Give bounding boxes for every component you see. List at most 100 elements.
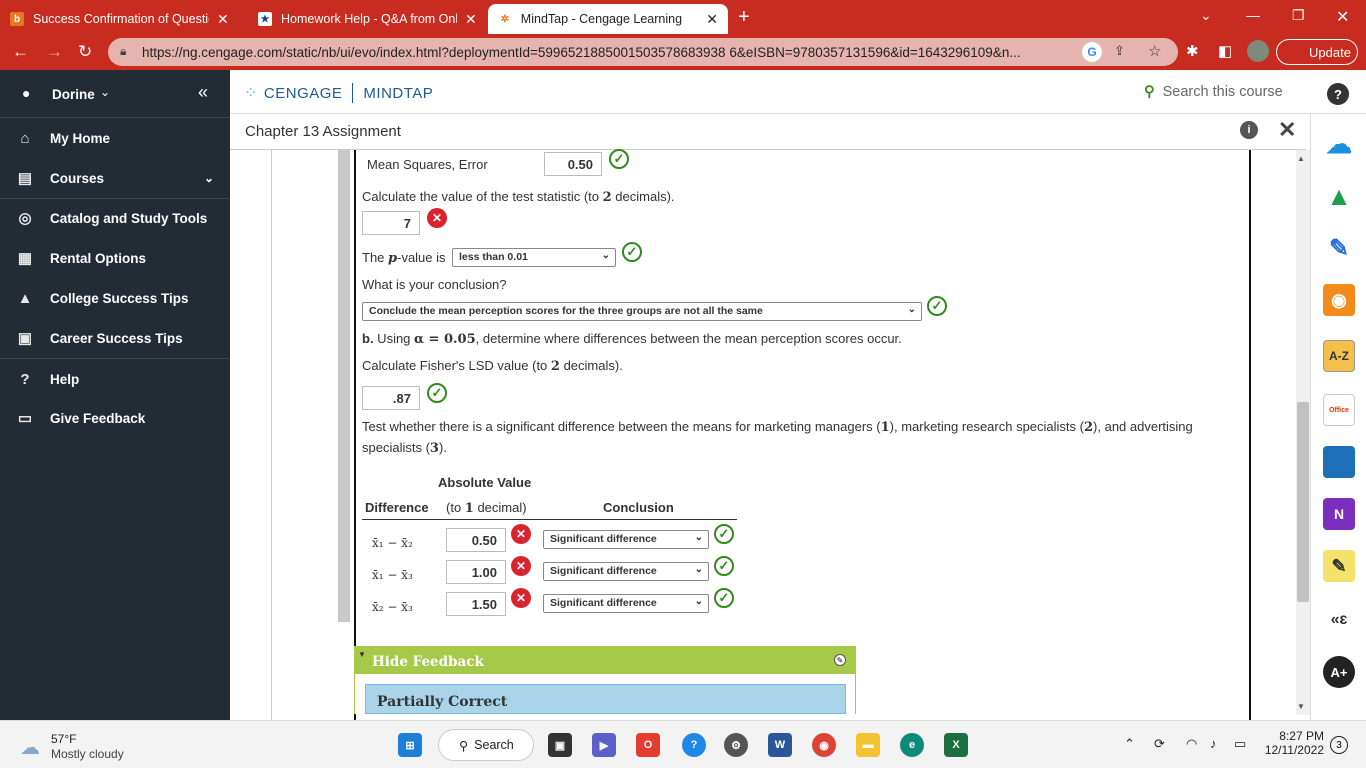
sidebar-item-catalog[interactable]: ◎ Catalog and Study Tools xyxy=(0,198,230,238)
share-icon[interactable]: ⇪ xyxy=(1114,43,1125,59)
chevron-down-icon: ⌄ xyxy=(694,596,703,607)
pen-icon[interactable]: ✎ xyxy=(1323,232,1355,264)
close-tab-icon[interactable]: ✕ xyxy=(465,11,477,28)
edge-icon[interactable]: e xyxy=(900,733,924,757)
notification-badge[interactable]: 3 xyxy=(1330,736,1348,754)
table-header-absolute-value: Absolute Value xyxy=(438,475,532,490)
user-menu[interactable]: ● Dorine ⌄ « xyxy=(0,70,230,118)
absolute-value-input[interactable]: 1.50 xyxy=(446,592,506,616)
tray-overflow-icon[interactable]: ⌃ xyxy=(1124,736,1135,752)
book-app-icon[interactable] xyxy=(1323,446,1355,478)
search-icon: ⚲ xyxy=(1144,84,1155,100)
reload-icon[interactable]: ↻ xyxy=(78,42,92,62)
edit-icon[interactable]: ✎ xyxy=(834,654,846,666)
conclusion-select[interactable]: Significant difference ⌄ xyxy=(543,562,709,581)
lock-icon: 🔒︎ xyxy=(120,44,127,58)
office-icon[interactable]: Office xyxy=(1323,394,1355,426)
url-bar[interactable]: 🔒︎ https://ng.cengage.com/static/nb/ui/e… xyxy=(108,38,1178,66)
sidebar-item-give-feedback[interactable]: ▭ Give Feedback xyxy=(0,398,230,438)
search-icon: ⚲ xyxy=(459,738,469,753)
sync-icon[interactable]: ⟳ xyxy=(1154,736,1165,752)
tab-mindtap[interactable]: ✲ MindTap - Cengage Learning ✕ xyxy=(488,4,728,34)
rss-icon[interactable]: ◉ xyxy=(1323,284,1355,316)
triangle-down-icon: ▼ xyxy=(358,650,366,659)
conclusion-select[interactable]: Significant difference ⌄ xyxy=(543,594,709,613)
lsd-input[interactable]: .87 xyxy=(362,386,420,410)
file-explorer-icon[interactable]: ▬ xyxy=(856,733,880,757)
absolute-value: 1.00 xyxy=(471,565,497,580)
taskbar-search-label: Search xyxy=(474,738,514,752)
help-icon[interactable]: ? xyxy=(1327,83,1349,105)
grade-plus-icon[interactable]: A+ xyxy=(1323,656,1355,688)
battery-icon[interactable]: ▭ xyxy=(1234,736,1246,752)
mse-input[interactable]: 0.50 xyxy=(544,152,602,176)
chevron-down-icon: ⌄ xyxy=(203,171,214,185)
info-icon[interactable]: i xyxy=(1240,121,1258,139)
sidebar-item-help[interactable]: ? Help xyxy=(0,359,230,399)
prompt-text: decimals). xyxy=(611,189,675,204)
hide-feedback-toggle[interactable]: ▼ Hide Feedback ✎ xyxy=(354,646,856,674)
absolute-value-input[interactable]: 1.00 xyxy=(446,560,506,584)
collapse-sidebar-icon[interactable]: « xyxy=(198,82,208,103)
a-z-dictionary-icon[interactable]: A-Z xyxy=(1323,340,1355,372)
word-icon[interactable]: W xyxy=(768,733,792,757)
minimize-icon[interactable]: — xyxy=(1246,7,1260,23)
google-icon[interactable]: G xyxy=(1082,42,1102,62)
close-tab-icon[interactable]: ✕ xyxy=(217,11,229,28)
close-window-icon[interactable]: ✕ xyxy=(1336,7,1349,27)
test-stat-input[interactable]: 7 xyxy=(362,211,420,235)
profile-avatar[interactable] xyxy=(1247,40,1269,62)
office-app-icon[interactable]: O xyxy=(636,733,660,757)
restore-icon[interactable]: ❐ xyxy=(1292,7,1305,24)
chrome-icon[interactable]: ◉ xyxy=(812,733,836,757)
app-dock: ☁ ▲ ✎ ◉ A-Z Office N ✎ «ɛ A+ xyxy=(1310,114,1366,720)
scroll-up-icon[interactable]: ▲ xyxy=(1297,154,1305,163)
sidebar-item-my-home[interactable]: ⌂ My Home xyxy=(0,118,230,158)
back-icon[interactable]: ← xyxy=(12,42,29,62)
tab-success-confirmation[interactable]: b Success Confirmation of Questio ✕ xyxy=(0,4,239,34)
conclusion-select[interactable]: Conclude the mean perception scores for … xyxy=(362,302,922,321)
incorrect-x-icon: ✕ xyxy=(511,524,531,544)
onedrive-icon[interactable]: ☁ xyxy=(1323,128,1355,160)
conclusion-select[interactable]: Significant difference ⌄ xyxy=(543,530,709,549)
sidebar-item-college-success[interactable]: ▲ College Success Tips xyxy=(0,278,230,318)
sidebar-item-rental-options[interactable]: ▦ Rental Options xyxy=(0,238,230,278)
volume-icon[interactable]: ♪ xyxy=(1210,736,1217,751)
side-panel-icon[interactable]: ◧ xyxy=(1218,42,1232,60)
scrollbar-thumb[interactable] xyxy=(1297,402,1309,602)
extensions-icon[interactable]: ✱ xyxy=(1186,42,1199,60)
close-icon[interactable]: ✕ xyxy=(1278,117,1296,143)
read-aloud-icon[interactable]: «ɛ xyxy=(1323,604,1355,636)
task-view-icon[interactable]: ▣ xyxy=(548,733,572,757)
chevron-down-icon: ⌄ xyxy=(907,304,916,315)
sidebar-item-courses[interactable]: ▤ Courses ⌄ xyxy=(0,158,230,198)
new-tab-icon[interactable]: + xyxy=(738,6,750,29)
forward-icon[interactable]: → xyxy=(46,42,63,62)
sidebar-item-career-success[interactable]: ▣ Career Success Tips xyxy=(0,318,230,358)
assignment-content xyxy=(230,150,1306,720)
settings-gear-icon[interactable]: ⚙ xyxy=(724,733,748,757)
onenote-icon[interactable]: N xyxy=(1323,498,1355,530)
tab-homework-help[interactable]: ★ Homework Help - Q&A from Onl ✕ xyxy=(248,4,487,34)
system-clock[interactable]: 8:27 PM 12/11/2022 xyxy=(1262,729,1324,757)
teams-icon[interactable]: ▶ xyxy=(592,733,616,757)
sidebar-item-label: Career Success Tips xyxy=(50,330,183,346)
notes-icon[interactable]: ✎ xyxy=(1323,550,1355,582)
help-glyph: ? xyxy=(1334,86,1342,102)
course-search[interactable]: ⚲ Search this course xyxy=(1144,84,1283,100)
get-help-icon[interactable]: ? xyxy=(682,733,706,757)
excel-icon[interactable]: X xyxy=(944,733,968,757)
absolute-value-input[interactable]: 0.50 xyxy=(446,528,506,552)
bookmark-star-icon[interactable]: ☆ xyxy=(1148,42,1161,60)
assignment-title: Chapter 13 Assignment xyxy=(245,123,401,140)
google-drive-icon[interactable]: ▲ xyxy=(1323,180,1355,212)
wifi-icon[interactable]: ◠ xyxy=(1186,736,1197,752)
scroll-down-icon[interactable]: ▼ xyxy=(1297,702,1305,711)
windows-start-icon[interactable]: ⊞ xyxy=(398,733,422,757)
pvalue-select[interactable]: less than 0.01 ⌄ xyxy=(452,248,616,267)
update-button[interactable]: Update xyxy=(1276,39,1358,65)
taskbar-search[interactable]: ⚲ Search xyxy=(438,729,534,761)
table-header-difference: Difference xyxy=(365,500,429,515)
close-tab-icon[interactable]: ✕ xyxy=(706,11,718,28)
tab-search-chevron-icon[interactable]: ⌄ xyxy=(1200,7,1212,24)
